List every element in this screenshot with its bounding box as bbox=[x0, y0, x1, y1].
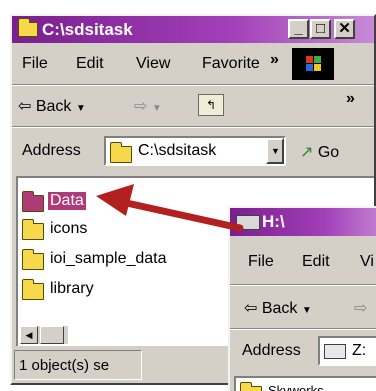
close-button[interactable]: ✕ bbox=[334, 19, 355, 39]
item-label: Data bbox=[48, 192, 86, 210]
maximize-button[interactable]: □ bbox=[310, 19, 331, 39]
separator bbox=[12, 126, 374, 128]
folder-icon bbox=[22, 249, 44, 270]
address-label: Address bbox=[22, 142, 81, 159]
item-label: library bbox=[50, 280, 94, 297]
drive-icon bbox=[236, 215, 260, 230]
back-label: Back bbox=[261, 300, 298, 317]
back-arrow-icon: ⇦ bbox=[244, 300, 258, 317]
toolbar-overflow[interactable]: » bbox=[346, 90, 355, 108]
toolbar: ⇦ Back ▼ ⇨ ▼ ↰ » bbox=[12, 88, 374, 124]
drive-icon bbox=[324, 344, 346, 359]
back-arrow-icon: ⇦ bbox=[18, 98, 32, 115]
menu-view[interactable]: Vi bbox=[360, 253, 374, 271]
address-input[interactable]: C:\sdsitask ▼ bbox=[104, 136, 286, 166]
address-value: Z: bbox=[352, 342, 367, 359]
folder-icon bbox=[18, 18, 38, 37]
address-value: C:\sdsitask bbox=[138, 142, 217, 159]
address-bar: Address C:\sdsitask ▼ ↗ Go bbox=[12, 132, 374, 170]
minimize-button[interactable]: _ bbox=[288, 19, 309, 39]
horizontal-scrollbar[interactable]: ◀ bbox=[20, 326, 68, 344]
go-arrow-icon: ↗ bbox=[300, 144, 314, 161]
go-label: Go bbox=[317, 144, 340, 161]
menu-favorites[interactable]: Favorite bbox=[202, 55, 260, 73]
window-title: C:\sdsitask bbox=[42, 20, 133, 39]
address-bar: Address Z: bbox=[230, 332, 376, 370]
up-folder-icon[interactable]: ↰ bbox=[198, 94, 224, 116]
toolbar: ⇦ Back ▼ ⇨ bbox=[230, 288, 376, 324]
item-label: ioi_sample_data bbox=[50, 250, 167, 267]
address-dropdown-button[interactable]: ▼ bbox=[266, 138, 284, 164]
item-label: icons bbox=[50, 220, 88, 237]
windows-logo-icon bbox=[292, 48, 334, 80]
title-bar[interactable]: H:\ bbox=[230, 208, 376, 236]
status-text: 1 object(s) se bbox=[19, 357, 110, 374]
back-button[interactable]: ⇦ Back ▼ bbox=[18, 96, 86, 116]
folder-icon bbox=[22, 219, 44, 240]
folder-icon bbox=[22, 191, 44, 212]
item-label: Skyworks bbox=[268, 383, 324, 391]
file-list[interactable]: Skyworks bbox=[234, 376, 376, 391]
chevron-down-icon: ▼ bbox=[271, 146, 280, 156]
chevron-down-icon: ▼ bbox=[75, 103, 86, 114]
back-button[interactable]: ⇦ Back ▼ bbox=[244, 298, 312, 318]
menu-file[interactable]: File bbox=[248, 253, 274, 271]
menu-overflow[interactable]: » bbox=[270, 51, 279, 69]
scroll-thumb[interactable] bbox=[40, 326, 64, 344]
menu-bar: File Edit View Favorite » bbox=[12, 46, 374, 82]
folder-icon bbox=[240, 382, 262, 391]
forward-arrow-icon[interactable]: ⇨ ▼ bbox=[134, 96, 162, 116]
separator bbox=[12, 84, 374, 86]
separator bbox=[230, 328, 376, 330]
folder-icon bbox=[110, 142, 132, 163]
scroll-left-button[interactable]: ◀ bbox=[20, 326, 38, 344]
go-button[interactable]: ↗ Go bbox=[300, 142, 339, 162]
status-bar: 1 object(s) se bbox=[14, 350, 142, 380]
address-input[interactable]: Z: bbox=[318, 336, 376, 366]
menu-view[interactable]: View bbox=[136, 55, 170, 73]
address-label: Address bbox=[242, 342, 301, 359]
forward-arrow-icon[interactable]: ⇨ bbox=[354, 298, 367, 318]
menu-bar: File Edit Vi bbox=[230, 244, 376, 280]
menu-file[interactable]: File bbox=[22, 55, 48, 73]
window-title: H:\ bbox=[262, 212, 285, 231]
explorer-window-h-drive: H:\ File Edit Vi ⇦ Back ▼ ⇨ Address Z: S… bbox=[228, 206, 376, 391]
back-label: Back bbox=[35, 98, 72, 115]
title-bar[interactable]: C:\sdsitask _ □ ✕ bbox=[12, 16, 374, 43]
folder-icon bbox=[22, 279, 44, 300]
chevron-down-icon: ▼ bbox=[301, 305, 312, 316]
menu-edit[interactable]: Edit bbox=[76, 55, 104, 73]
menu-edit[interactable]: Edit bbox=[302, 253, 330, 271]
separator bbox=[230, 284, 376, 286]
